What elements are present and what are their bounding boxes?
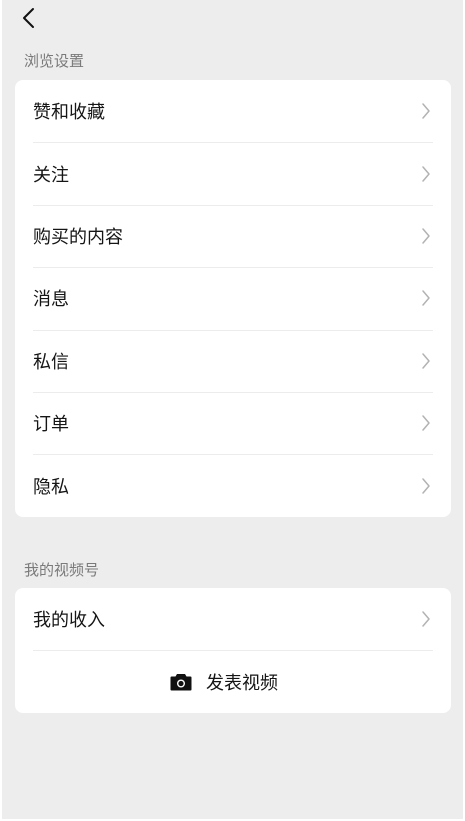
list-item-label: 隐私: [33, 476, 69, 498]
list-item-privacy[interactable]: 隐私: [15, 454, 451, 516]
chevron-right-icon: [419, 289, 433, 307]
list-item-label: 消息: [33, 289, 69, 311]
chevron-right-icon: [419, 165, 433, 183]
list-item-orders[interactable]: 订单: [15, 391, 451, 454]
list-item-label: 关注: [33, 164, 69, 186]
list-item-label: 我的收入: [33, 610, 105, 632]
list-item-purchased-content[interactable]: 购买的内容: [15, 204, 451, 267]
browse-settings-label: 浏览设置: [24, 52, 85, 70]
my-channel-card: 我的收入 发表视频: [15, 588, 451, 713]
chevron-right-icon: [419, 352, 433, 370]
chevron-right-icon: [419, 414, 433, 432]
screen-edge-left: [0, 0, 2, 821]
list-item-label: 购买的内容: [33, 226, 123, 248]
my-channel-label: 我的视频号: [24, 561, 100, 579]
list-item-label: 私信: [33, 351, 69, 373]
list-item-private-messages[interactable]: 私信: [15, 329, 451, 392]
chevron-left-icon: [21, 7, 35, 29]
back-button[interactable]: [14, 4, 42, 32]
list-item-likes-favorites[interactable]: 赞和收藏: [15, 80, 451, 142]
chevron-right-icon: [419, 227, 433, 245]
chevron-right-icon: [419, 477, 433, 495]
list-item-label: 订单: [33, 414, 69, 436]
camera-icon: [170, 673, 192, 691]
list-item-my-income[interactable]: 我的收入: [15, 588, 451, 650]
list-item-label: 赞和收藏: [33, 102, 105, 124]
post-video-button[interactable]: 发表视频: [15, 650, 451, 712]
chevron-right-icon: [419, 610, 433, 628]
list-item-following[interactable]: 关注: [15, 142, 451, 204]
post-video-label: 发表视频: [206, 672, 278, 694]
list-item-messages[interactable]: 消息: [15, 267, 451, 329]
browse-settings-card: 赞和收藏 关注 购买的内容 消息 私信 订单 隐私: [15, 80, 451, 517]
chevron-right-icon: [419, 102, 433, 120]
